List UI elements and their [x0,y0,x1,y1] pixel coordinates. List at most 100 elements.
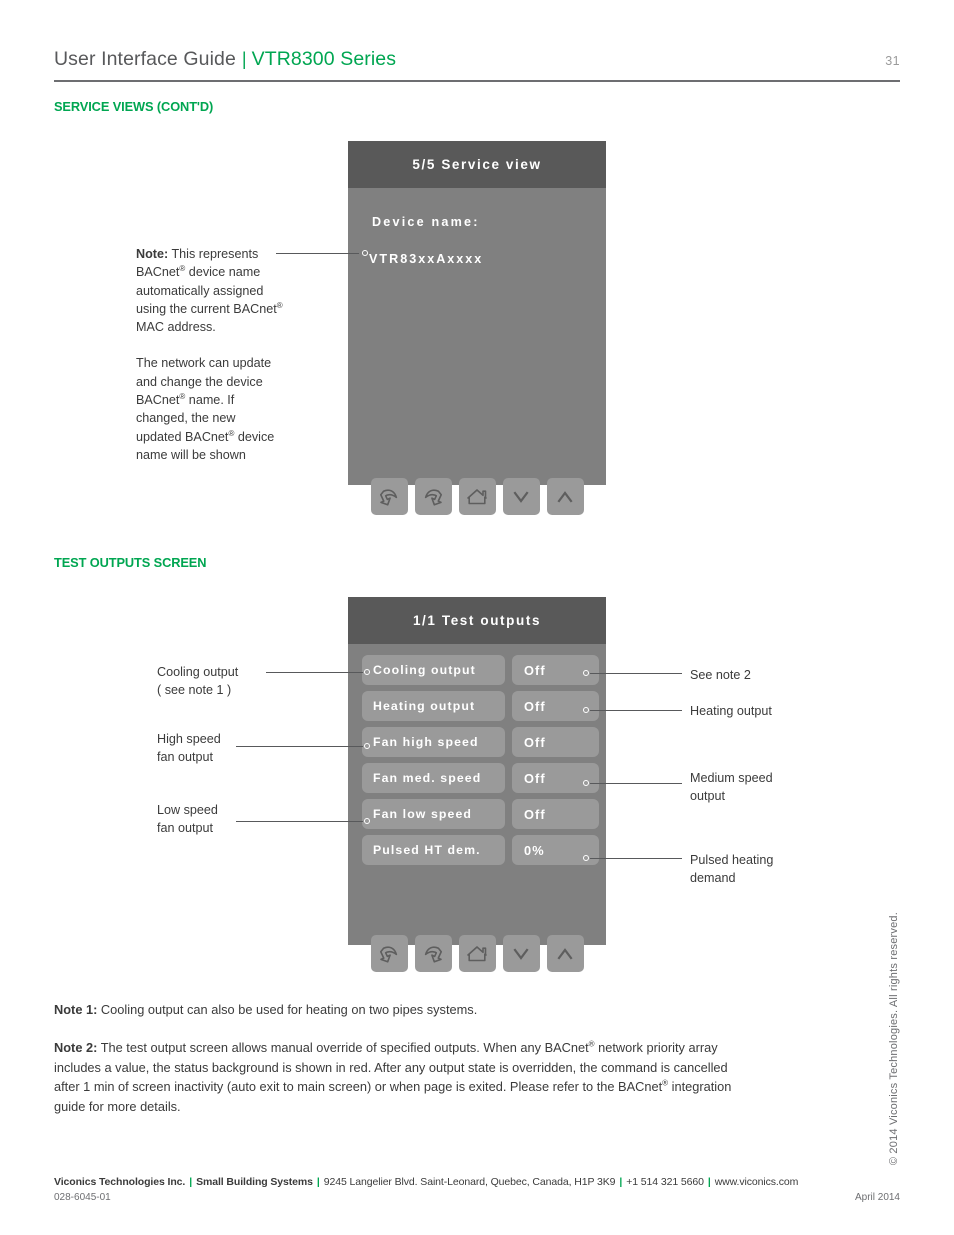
note-2-block: Note 2: The test output screen allows ma… [54,1038,744,1116]
leader-dot-see-note-2 [583,670,589,676]
home-icon[interactable] [458,478,496,515]
chevron-down-icon[interactable] [502,935,540,972]
callout-medium-speed-output: Medium speed output [690,769,840,806]
section-heading-test-outputs: TEST OUTPUTS SCREEN [54,555,207,570]
service-view-title: 5/5 Service view [412,157,542,172]
footer-meta-line: 028-6045-01 April 2014 [54,1192,900,1203]
service-view-note-callout: Note: This represents BACnet® device nam… [136,245,284,464]
undo-arrow-icon[interactable] [370,478,408,515]
note-2-label: Note 2: [54,1040,98,1055]
leader-line-service-note [276,253,359,254]
test-outputs-row-list: Cooling output Off Heating output Off Fan hi… [348,655,606,871]
footer-phone: +1 514 321 5660 [626,1176,704,1188]
page-title: User Interface Guide [54,48,236,70]
test-outputs-device-screen: 1/1 Test outputs Cooling output Off Heatin… [348,597,606,972]
leader-dot-pulsed-heating [583,855,589,861]
device-name-value[interactable]: VTR83xxAxxxx [369,252,483,266]
header-series: VTR8300 Series [251,48,397,70]
test-output-name-button[interactable]: Heating output [362,691,505,721]
callout-high-speed-fan-output: High speed fan output [157,730,267,767]
page-header: User Interface Guide | VTR8300 Series 31 [54,48,900,82]
leader-dot-medium-speed [583,780,589,786]
callout-spacer [136,336,284,354]
leader-line-medium-speed [590,783,682,784]
chevron-down-icon[interactable] [502,478,540,515]
callout-line: Pulsed heating [690,853,774,867]
test-output-name-button[interactable]: Pulsed HT dem. [362,835,505,865]
test-output-state-button[interactable]: Off [512,763,599,793]
leader-line-cooling-output [266,672,363,673]
header-titles: User Interface Guide | VTR8300 Series [54,48,396,71]
home-icon[interactable] [458,935,496,972]
footer-date: April 2014 [854,1192,900,1203]
test-output-name-button[interactable]: Fan low speed [362,799,505,829]
footer-website[interactable]: www.viconics.com [715,1176,799,1188]
callout-pulsed-heating-demand: Pulsed heating demand [690,851,840,888]
leader-dot-heating-output [583,707,589,713]
leader-dot-fan-low-speed [364,818,370,824]
footer-doc-number: 028-6045-01 [54,1192,111,1203]
callout-line: output [690,789,726,804]
test-outputs-titlebar: 1/1 Test outputs [348,597,606,644]
redo-arrow-icon[interactable] [414,935,452,972]
footer-company: Viconics Technologies Inc. [54,1176,186,1188]
callout-line: Low speed [157,803,218,817]
test-output-row: Cooling output Off [348,655,606,685]
header-separator: | [241,49,247,69]
chevron-up-icon[interactable] [546,935,584,972]
note-1-block: Note 1: Cooling output can also be used … [54,1000,744,1020]
leader-dot-fan-high-speed [364,743,370,749]
note-2-text: The test output screen allows manual ove… [54,1039,732,1114]
footer-division: Small Building Systems [196,1176,313,1188]
leader-line-pulsed-heating [590,858,682,859]
service-note-paragraph-1: Note: This represents BACnet® device nam… [136,245,284,336]
header-divider [54,80,900,82]
callout-line: ( see note 1 ) [157,683,232,698]
callout-line: fan output [157,821,214,836]
footer-separator: | [189,1176,193,1188]
footer-separator: | [707,1176,711,1188]
footer-contact-line: Viconics Technologies Inc. | Small Buildin… [54,1176,900,1188]
note-1-text: Cooling output can also be used for heat… [97,1002,478,1017]
callout-line: fan output [157,750,214,765]
test-output-row: Fan low speed Off [348,799,606,829]
callout-see-note-2: See note 2 [690,666,840,684]
service-view-nav-bar [348,478,606,515]
redo-arrow-icon[interactable] [414,478,452,515]
callout-line: See note 2 [690,668,751,682]
chevron-up-icon[interactable] [546,478,584,515]
section-heading-service-views: SERVICE VIEWS (CONT'D) [54,99,214,114]
test-output-row: Heating output Off [348,691,606,721]
service-view-device-screen: 5/5 Service view Device name: VTR83xxAxx… [348,141,606,515]
note-1-label: Note 1: [54,1002,98,1017]
test-output-name-button[interactable]: Cooling output [362,655,505,685]
test-output-name-button[interactable]: Fan high speed [362,727,505,757]
test-output-state-button[interactable]: Off [512,691,599,721]
device-name-label: Device name: [372,215,480,229]
callout-low-speed-fan-output: Low speed fan output [157,801,267,838]
callout-line: Cooling output [157,665,239,679]
leader-dot-service-note [362,250,368,256]
leader-line-heating-output [590,710,682,711]
callout-line: Heating output [690,704,772,718]
test-output-state-button[interactable]: Off [512,727,599,757]
page-footer: Viconics Technologies Inc. | Small Buildin… [54,1176,900,1203]
test-output-row: Pulsed HT dem. 0% [348,835,606,865]
callout-heating-output: Heating output [690,702,840,720]
test-output-state-button[interactable]: Off [512,799,599,829]
service-note-label: Note: [136,247,169,261]
header-title-row: User Interface Guide | VTR8300 Series 31 [54,48,900,71]
callout-line: Medium speed [690,771,773,785]
undo-arrow-icon[interactable] [370,935,408,972]
test-output-row: Fan med. speed Off [348,763,606,793]
footer-address: 9245 Langelier Blvd. Saint-Leonard, Queb… [323,1176,616,1188]
callout-line: High speed [157,732,221,746]
callout-line: demand [690,871,736,886]
callout-cooling-output: Cooling output ( see note 1 ) [157,663,277,700]
test-output-name-button[interactable]: Fan med. speed [362,763,505,793]
service-view-titlebar: 5/5 Service view [348,141,606,188]
vertical-copyright: © 2014 Viconics Technologies. All rights… [888,912,900,1166]
test-outputs-title: 1/1 Test outputs [412,613,542,628]
test-output-row: Fan high speed Off [348,727,606,757]
leader-line-see-note-2 [590,673,682,674]
